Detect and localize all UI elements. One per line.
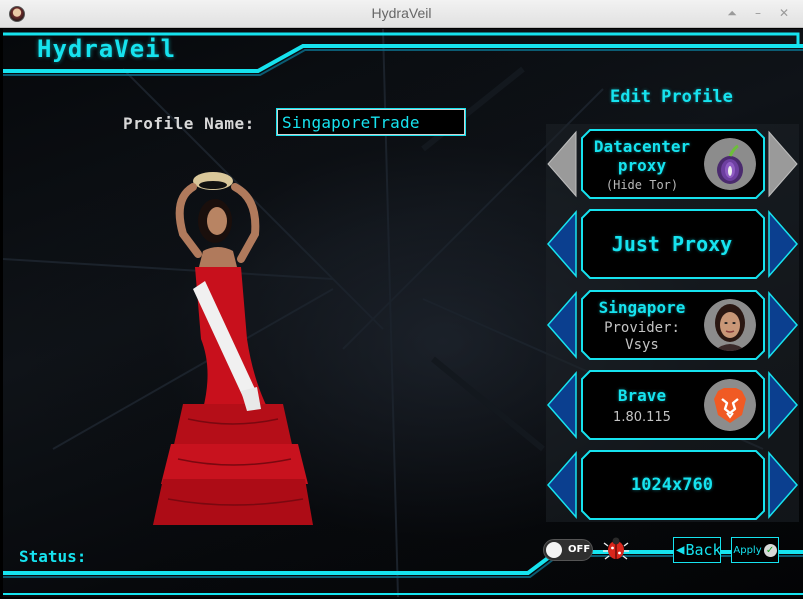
minimize-button[interactable]: – <box>750 5 766 21</box>
brave-lion-icon <box>704 379 756 431</box>
resolution-next-arrow[interactable] <box>769 451 799 519</box>
browser-next-arrow[interactable] <box>769 371 799 439</box>
connection-type-row: Datacenter proxy (Hide Tor) <box>546 126 799 202</box>
browser-label: Brave <box>617 385 667 405</box>
connection-toggle[interactable]: OFF <box>543 539 593 561</box>
proxy-mode-next-arrow[interactable] <box>769 210 799 278</box>
resolution-row: 1024x760 <box>546 447 799 523</box>
checkmark-icon: ✓ <box>763 543 777 557</box>
connection-type-prev-arrow[interactable] <box>546 130 576 198</box>
location-next-arrow[interactable] <box>769 291 799 359</box>
connection-type-label-line2: proxy <box>617 155 667 175</box>
app-window: HydraVeil Profile Name: Edit Profile <box>3 29 803 597</box>
avatar-portrait <box>704 299 756 351</box>
location-prev-arrow[interactable] <box>546 291 576 359</box>
back-button[interactable]: ◀ Back <box>673 537 722 563</box>
shade-button[interactable]: ⏶ <box>724 5 740 21</box>
browser-version: 1.80.115 <box>613 409 671 425</box>
toggle-label: OFF <box>568 544 591 555</box>
window-title: HydraVeil <box>371 5 432 21</box>
brand-logo: HydraVeil <box>37 35 177 63</box>
connection-type-sublabel: (Hide Tor) <box>605 177 679 192</box>
resolution-label: 1024x760 <box>631 475 713 495</box>
proxy-mode-row: Just Proxy <box>546 206 799 282</box>
back-arrow-icon: ◀ <box>676 542 685 558</box>
connection-type-label-line1: Datacenter <box>593 136 691 156</box>
browser-prev-arrow[interactable] <box>546 371 576 439</box>
browser-row: Brave 1.80.115 <box>546 367 799 443</box>
toggle-knob <box>546 542 562 558</box>
connection-type-next-arrow[interactable] <box>769 130 799 198</box>
proxy-mode-label: Just Proxy <box>611 232 733 256</box>
window-titlebar: HydraVeil ⏶ – ✕ <box>0 0 803 28</box>
apply-label: Apply <box>733 544 762 556</box>
profile-name-input[interactable] <box>276 108 466 136</box>
location-label: Singapore <box>598 297 686 317</box>
location-row: Singapore Provider: Vsys <box>546 287 799 363</box>
profile-avatar-figure <box>153 172 313 525</box>
apply-button[interactable]: Apply ✓ <box>731 537 779 563</box>
edit-profile-title: Edit Profile <box>610 87 733 107</box>
close-button[interactable]: ✕ <box>776 5 792 21</box>
provider-label: Provider: <box>604 319 680 336</box>
back-label: Back <box>685 541 722 559</box>
profile-name-label: Profile Name: <box>123 114 255 133</box>
tor-onion-icon <box>704 138 756 190</box>
provider-value: Vsys <box>625 336 659 353</box>
resolution-prev-arrow[interactable] <box>546 451 576 519</box>
proxy-mode-prev-arrow[interactable] <box>546 210 576 278</box>
bug-icon[interactable] <box>603 535 629 561</box>
